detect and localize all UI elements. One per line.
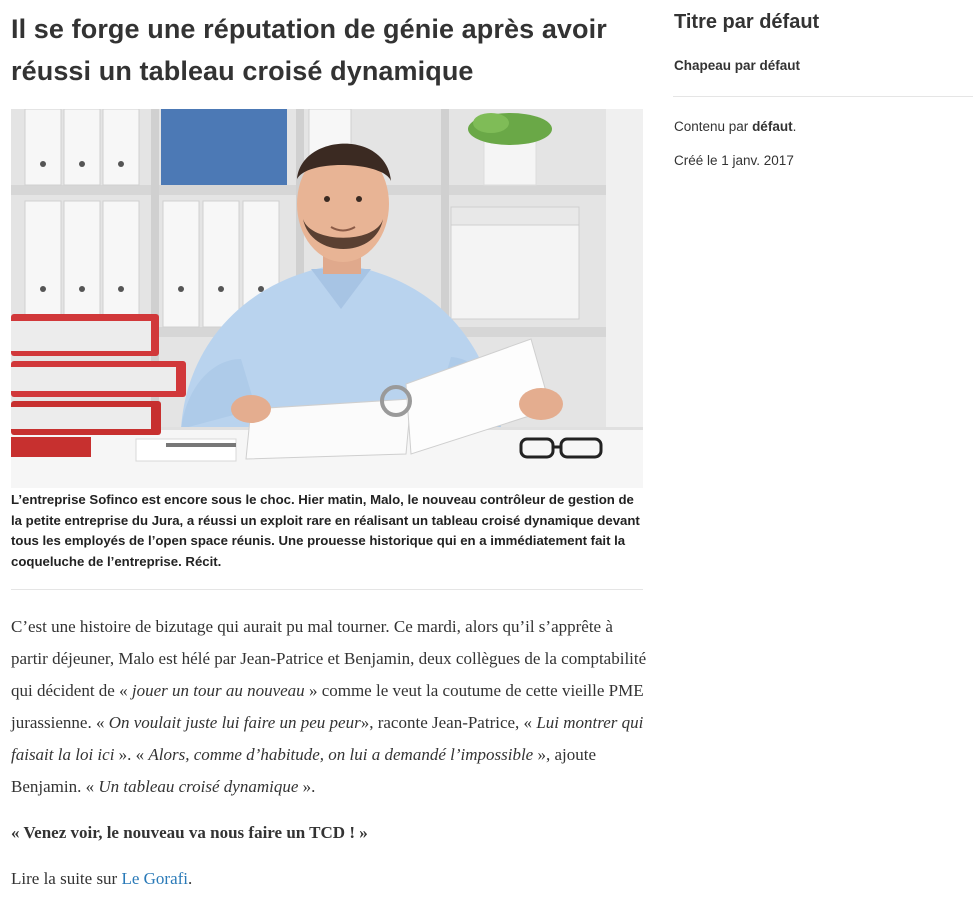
sidebar-content-suffix: .: [792, 119, 797, 134]
pull-quote: « Venez voir, le nouveau va nous faire u…: [11, 823, 368, 842]
article-body: C’est une histoire de bizutage qui aurai…: [11, 611, 651, 895]
sidebar-divider: [673, 96, 973, 97]
sidebar-content-text: Contenu par: [674, 119, 753, 134]
sidebar-chapeau: Chapeau par défaut: [674, 58, 801, 73]
article: Il se forge une réputation de génie aprè…: [11, 0, 646, 888]
read-more-suffix: .: [188, 869, 193, 888]
quote-run: jouer un tour au nouveau: [131, 681, 305, 700]
sidebar-content-bold: défaut: [752, 119, 793, 134]
sidebar-content: Contenu par défaut.: [674, 119, 796, 134]
text-run: ». «: [114, 745, 149, 764]
article-title: Il se forge une réputation de génie aprè…: [11, 14, 607, 86]
quote-run: Un tableau croisé dynamique: [98, 777, 299, 796]
read-more-label: Lire la suite sur: [11, 869, 122, 888]
text-run: ».: [298, 777, 316, 796]
source-link[interactable]: Le Gorafi: [121, 869, 188, 888]
article-paragraph: C’est une histoire de bizutage qui aurai…: [11, 611, 651, 803]
sidebar-date: Créé le 1 janv. 2017: [674, 153, 794, 168]
quote-run: Alors, comme d’habitude, on lui a demand…: [148, 745, 534, 764]
divider: [11, 589, 643, 590]
read-more: Lire la suite sur Le Gorafi.: [11, 863, 651, 895]
quote-run: On voulait juste lui faire un peu peur: [108, 713, 361, 732]
photo-caption: L’entreprise Sofinco est encore sous le …: [11, 492, 640, 569]
sidebar-title: Titre par défaut: [674, 11, 820, 33]
text-run: », raconte Jean-Patrice, «: [360, 713, 537, 732]
article-photo: [11, 109, 643, 488]
